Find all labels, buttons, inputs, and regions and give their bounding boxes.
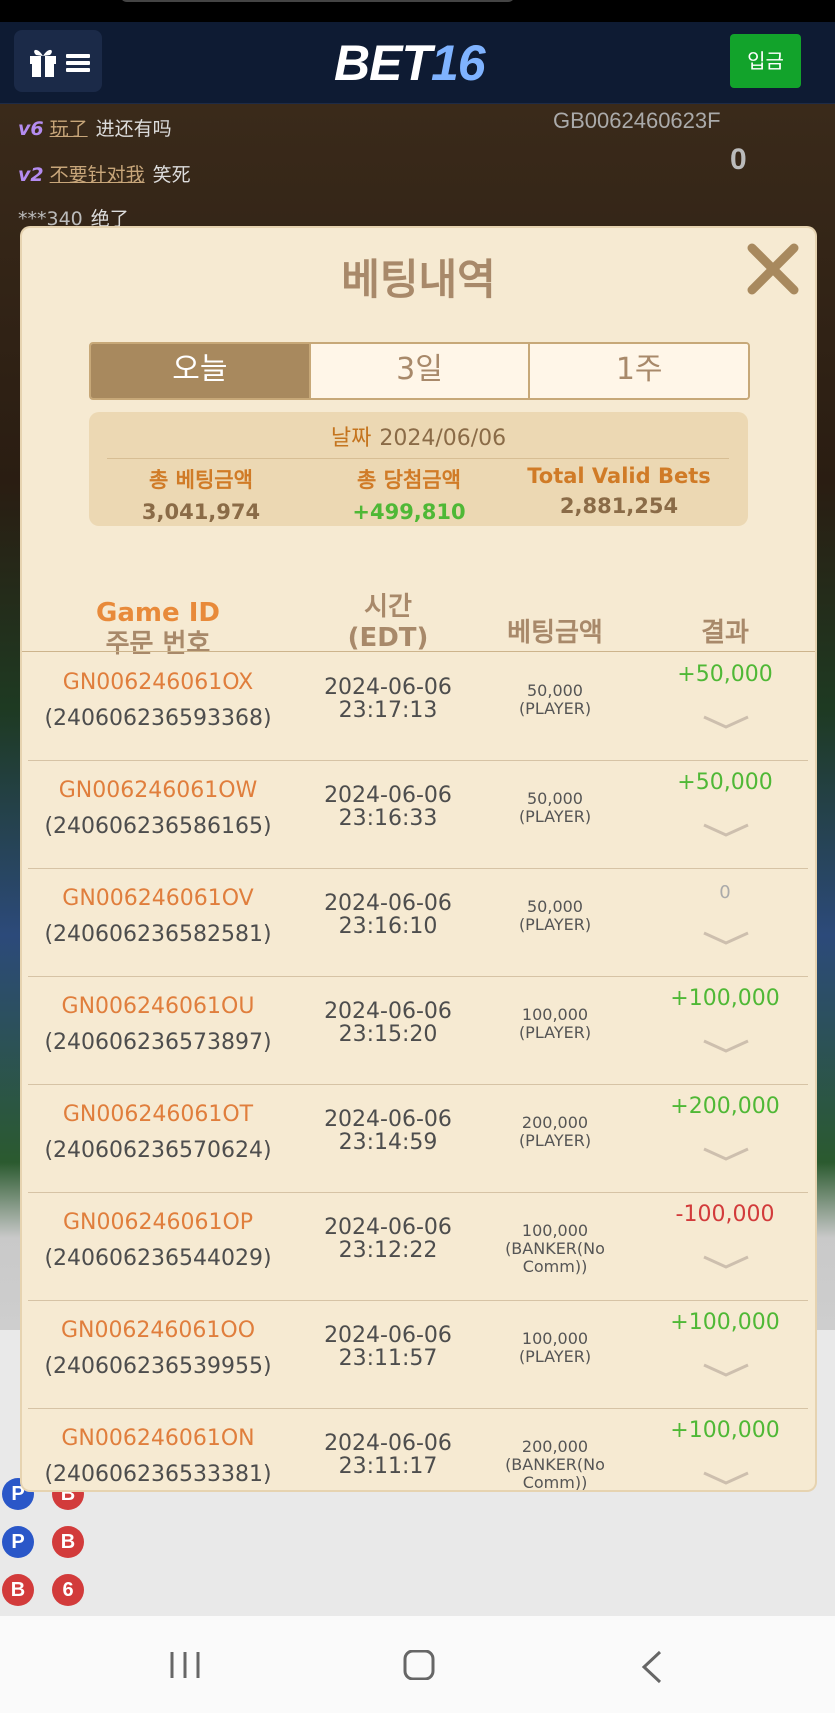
summary-date: 날짜 2024/06/06 xyxy=(330,426,507,451)
chevron-down-icon[interactable] xyxy=(702,1146,750,1162)
order-number: (240606236544029) xyxy=(44,1246,272,1271)
total-win: 총 당첨금액 +499,810 xyxy=(352,468,466,524)
order-number: (240606236586165) xyxy=(44,814,272,839)
bead-banker: 6 xyxy=(52,1574,84,1606)
chat-message: ***340 绝了 xyxy=(18,208,129,230)
order-number: (240606236593368) xyxy=(44,706,272,731)
bet-amount: 200,000 (PLAYER) xyxy=(518,1113,592,1150)
column-result: 결과 xyxy=(701,618,749,648)
system-nav-bar xyxy=(0,1616,835,1713)
game-id-link[interactable]: GN006246061OV xyxy=(22,886,294,911)
bet-result: -100,000 xyxy=(675,1202,775,1227)
gift-icon xyxy=(30,49,56,77)
column-bet-amount: 베팅금액 xyxy=(507,618,603,648)
order-number: (240606236539955) xyxy=(44,1354,272,1379)
table-row[interactable]: GN006246061OV (240606236582581) 2024-06-06… xyxy=(22,868,815,976)
table-row[interactable]: GN006246061OW (240606236586165) 2024-06-06… xyxy=(22,760,815,868)
game-id-link[interactable]: GN006246061OO xyxy=(22,1318,294,1343)
table-header: Game ID 주문 번호 시간 (EDT) 베팅금액 결과 xyxy=(22,568,815,659)
total-bet: 총 베팅금액 3,041,974 xyxy=(141,468,261,524)
bet-result: 0 xyxy=(719,882,731,903)
chevron-down-icon[interactable] xyxy=(702,930,750,946)
bead-player: P xyxy=(2,1526,34,1558)
chevron-down-icon[interactable] xyxy=(702,1362,750,1378)
deposit-button[interactable]: 입금 xyxy=(730,34,801,88)
bet-result: +100,000 xyxy=(670,1418,780,1443)
back-icon[interactable] xyxy=(640,1650,664,1684)
game-round-code: GB0062460623F xyxy=(553,108,721,133)
bet-result: +50,000 xyxy=(677,662,773,687)
bet-amount: 50,000 (PLAYER) xyxy=(518,897,592,934)
column-time: 시간 (EDT) xyxy=(347,592,429,653)
period-tabs: 오늘 3일 1주 xyxy=(89,342,750,400)
tab-1week[interactable]: 1주 xyxy=(530,344,748,398)
brand-logo: BET16 xyxy=(334,35,486,91)
chat-message: v6 玩了 进还有吗 xyxy=(18,118,172,140)
game-id-link[interactable]: GN006246061OT xyxy=(22,1102,294,1127)
table-row[interactable]: GN006246061ON (240606236533381) 2024-06-06… xyxy=(22,1408,815,1490)
bead-banker: B xyxy=(52,1526,84,1558)
order-number: (240606236533381) xyxy=(44,1462,272,1487)
order-number: (240606236582581) xyxy=(44,922,272,947)
chevron-down-icon[interactable] xyxy=(702,1038,750,1054)
game-id-link[interactable]: GN006246061ON xyxy=(22,1426,294,1451)
table-row[interactable]: GN006246061OX (240606236593368) 2024-06-06… xyxy=(22,652,815,760)
table-row[interactable]: GN006246061OO (240606236539955) 2024-06-06… xyxy=(22,1300,815,1408)
top-bar: BET16 입금 xyxy=(0,22,835,104)
bet-datetime: 2024-06-06 23:17:13 xyxy=(324,675,452,723)
bead-banker: B xyxy=(2,1574,34,1606)
bet-datetime: 2024-06-06 23:14:59 xyxy=(324,1107,452,1155)
table-row[interactable]: GN006246061OT (240606236570624) 2024-06-06… xyxy=(22,1084,815,1192)
betting-history-modal: 베팅내역 오늘 3일 1주 날짜 2024/06/06 총 베팅금액 3,041,… xyxy=(22,228,815,1490)
bet-datetime: 2024-06-06 23:16:33 xyxy=(324,783,452,831)
recent-apps-icon[interactable] xyxy=(168,1650,202,1680)
status-bar xyxy=(0,0,835,22)
close-icon[interactable] xyxy=(744,240,802,298)
menu-button[interactable] xyxy=(14,30,102,92)
game-id-link[interactable]: GN006246061OU xyxy=(22,994,294,1019)
chevron-down-icon[interactable] xyxy=(702,1470,750,1486)
bet-amount: 50,000 (PLAYER) xyxy=(518,681,592,718)
order-number: (240606236570624) xyxy=(44,1138,272,1163)
order-number: (240606236573897) xyxy=(44,1030,272,1055)
bet-amount: 100,000 (PLAYER) xyxy=(518,1329,592,1366)
bet-datetime: 2024-06-06 23:11:57 xyxy=(324,1323,452,1371)
bet-amount: 200,000 (BANKER(No Comm)) xyxy=(505,1437,605,1491)
tab-today[interactable]: 오늘 xyxy=(91,344,311,398)
chevron-down-icon[interactable] xyxy=(702,1254,750,1270)
table-row[interactable]: GN006246061OU (240606236573897) 2024-06-06… xyxy=(22,976,815,1084)
bet-amount: 50,000 (PLAYER) xyxy=(518,789,592,826)
game-id-link[interactable]: GN006246061OX xyxy=(22,670,294,695)
bet-datetime: 2024-06-06 23:12:22 xyxy=(324,1215,452,1263)
bet-result: +100,000 xyxy=(670,1310,780,1335)
bet-result: +200,000 xyxy=(670,1094,780,1119)
game-id-link[interactable]: GN006246061OW xyxy=(22,778,294,803)
game-id-link[interactable]: GN006246061OP xyxy=(22,1210,294,1235)
bet-amount: 100,000 (PLAYER) xyxy=(518,1005,592,1042)
bet-datetime: 2024-06-06 23:15:20 xyxy=(324,999,452,1047)
modal-title: 베팅내역 xyxy=(341,255,496,304)
chip-count: 0 xyxy=(730,143,747,176)
total-valid-bets: Total Valid Bets 2,881,254 xyxy=(527,464,711,518)
home-icon[interactable] xyxy=(402,1650,436,1680)
bet-amount: 100,000 (BANKER(No Comm)) xyxy=(505,1221,605,1276)
chevron-down-icon[interactable] xyxy=(702,822,750,838)
bet-result: +50,000 xyxy=(677,770,773,795)
bet-datetime: 2024-06-06 23:11:17 xyxy=(324,1431,452,1479)
chat-message: v2 不要针对我 笑死 xyxy=(18,164,191,186)
tab-3days[interactable]: 3일 xyxy=(310,344,531,398)
table-row[interactable]: GN006246061OP (240606236544029) 2024-06-06… xyxy=(22,1192,815,1300)
bet-result: +100,000 xyxy=(670,986,780,1011)
summary-panel: 날짜 2024/06/06 총 베팅금액 3,041,974 총 당첨금액 +49… xyxy=(89,412,748,526)
bet-datetime: 2024-06-06 23:16:10 xyxy=(324,891,452,939)
hamburger-icon xyxy=(66,54,90,72)
chevron-down-icon[interactable] xyxy=(702,714,750,730)
